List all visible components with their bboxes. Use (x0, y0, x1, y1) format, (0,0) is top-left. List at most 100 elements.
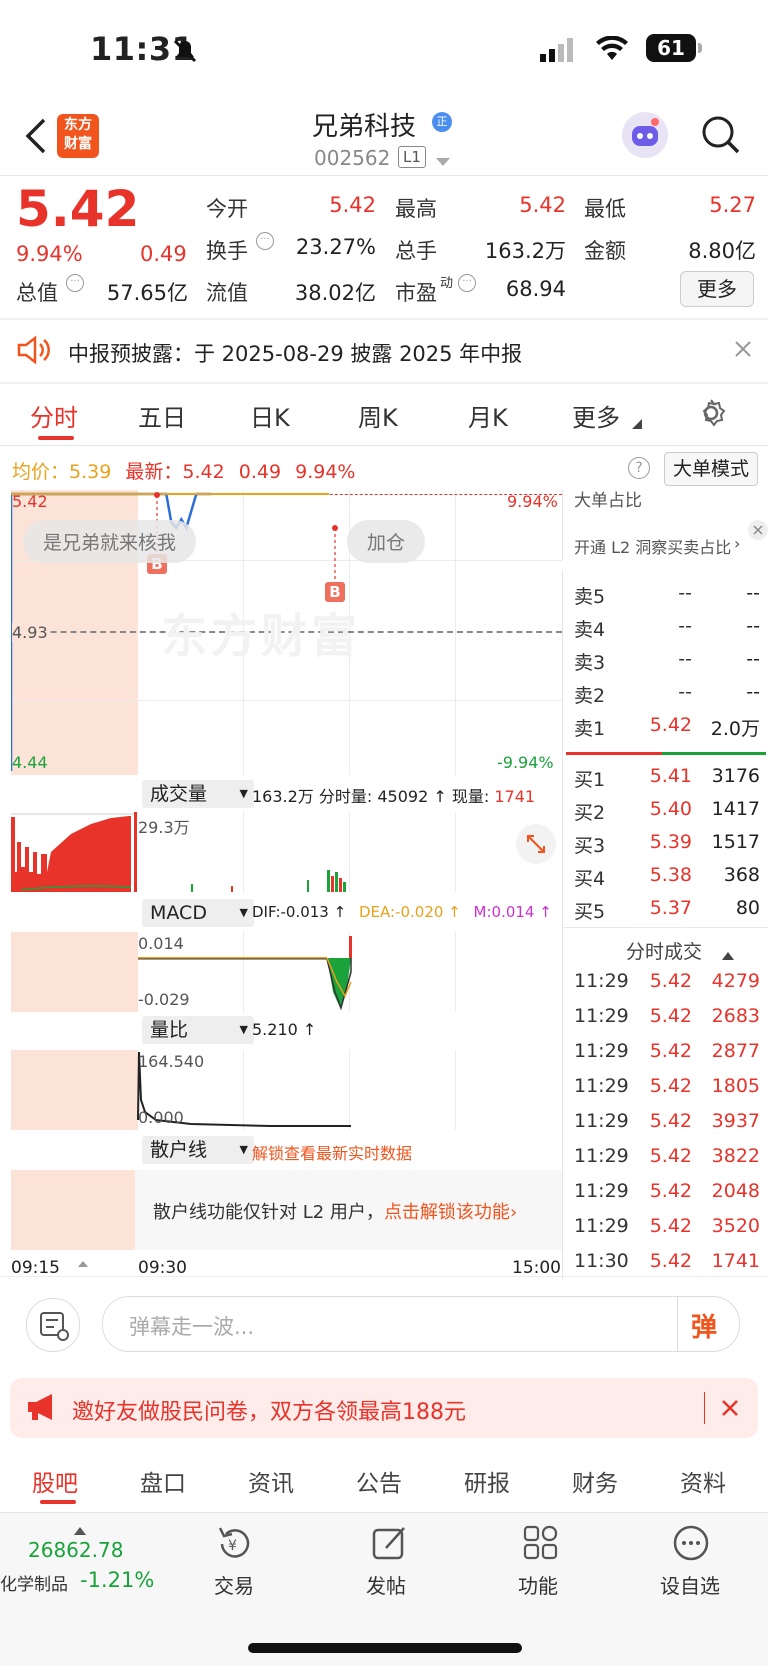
expand-icon[interactable] (516, 824, 556, 864)
caret-down-icon: ▼ (239, 787, 248, 800)
back-icon[interactable] (22, 116, 48, 160)
open-label: 今开 (206, 197, 248, 221)
tick-row: 11:30 5.42 1741 (574, 1250, 760, 1278)
app-logo: 东方 财富 (57, 114, 99, 158)
volume-selector[interactable]: 成交量 ▼ (142, 780, 254, 808)
watch-label[interactable]: 设自选 (660, 1570, 720, 1599)
tick-row-volume: 4279 (711, 970, 760, 992)
sell-row-volume: -- (746, 681, 760, 703)
wifi-icon (595, 35, 629, 66)
tick-row: 11:29 5.42 4279 (574, 970, 760, 998)
retail-selector[interactable]: 散户线 ▼ (142, 1136, 254, 1164)
price-chart[interactable]: 东方财富 B B 5.42 9.94% 4.93 4.44 -9.94% 是兄弟… (11, 490, 562, 775)
close-icon[interactable] (748, 520, 768, 540)
tick-row-label: 11:29 (574, 1145, 629, 1167)
info-icon[interactable]: ··· (66, 274, 84, 292)
divider (0, 175, 768, 176)
macd-dea: DEA:-0.020 ↑ (358, 903, 461, 921)
info-icon[interactable]: ··· (256, 232, 274, 250)
retail-unlock-hint[interactable]: 解锁查看最新实时数据 (252, 1140, 412, 1164)
buy-marker[interactable]: B (325, 582, 345, 602)
func-label[interactable]: 功能 (518, 1570, 558, 1599)
assistant-robot-icon[interactable] (622, 112, 668, 158)
ratio-axis-bottom: 0.000 (138, 1108, 184, 1127)
promo-banner[interactable]: 邀好友做股民问卷，双方各领最高188元 (10, 1378, 758, 1438)
tab-daily[interactable]: 日K (250, 398, 290, 433)
caret-up-icon (78, 1252, 88, 1271)
info-icon[interactable]: ··· (458, 274, 476, 292)
close-icon[interactable] (734, 340, 752, 362)
tab-news[interactable]: 资讯 (248, 1464, 294, 1498)
change-value: 0.49 (140, 242, 187, 266)
more-dots-icon[interactable] (672, 1524, 710, 1566)
macd-axis-bottom: -0.029 (138, 990, 190, 1009)
index-name[interactable]: 化学制品 (0, 1570, 68, 1595)
megaphone-icon (26, 1392, 60, 1426)
tab-5day[interactable]: 五日 (138, 398, 186, 433)
buy-row-label: 买2 (574, 802, 606, 824)
bigorder-mode-button[interactable]: 大单模式 (664, 452, 758, 486)
caret-down-icon[interactable] (436, 153, 450, 172)
sell-row-price: 5.42 (649, 714, 692, 736)
search-icon[interactable] (700, 114, 742, 160)
trade-icon[interactable]: ¥ (214, 1524, 256, 1566)
sell-row: 卖3 -- -- (574, 648, 760, 676)
macd-selector[interactable]: MACD ▼ (142, 899, 254, 927)
tick-row-volume: 1805 (711, 1075, 760, 1097)
macd-m: M:0.014 ↑ (473, 903, 552, 921)
avg-price: 5.39 (69, 461, 112, 483)
macd-axis-top: 0.014 (138, 934, 184, 953)
volume-axis-top: 29.3万 (138, 818, 190, 837)
divider (0, 382, 768, 384)
danmaku-chip[interactable]: 是兄弟就来核我 (23, 520, 197, 563)
level-badge[interactable]: L1 (398, 146, 426, 168)
ratio-axis-top: 164.540 (138, 1052, 205, 1071)
tab-orderbook[interactable]: 盘口 (140, 1464, 186, 1498)
settings-gear-icon[interactable] (696, 398, 726, 432)
retail-cta[interactable]: 点击解锁该功能 (384, 1202, 510, 1223)
buy-row-label: 买4 (574, 868, 606, 890)
volume-chart: 29.3万 (11, 812, 562, 892)
tab-weekly[interactable]: 周K (358, 398, 398, 433)
danmaku-input[interactable]: 弹幕走一波... 弹 (102, 1296, 740, 1352)
post-icon[interactable] (370, 1524, 410, 1566)
tab-announcements[interactable]: 公告 (356, 1464, 402, 1498)
danmaku-chip[interactable]: 加仓 (347, 520, 426, 563)
tab-research[interactable]: 研报 (464, 1464, 510, 1498)
caret-up-icon (74, 1520, 86, 1539)
sell-row-volume: 2.0万 (710, 718, 760, 740)
tab-timeshare[interactable]: 分时 (30, 398, 78, 433)
high-value: 5.42 (519, 193, 566, 217)
danmaku-settings-icon[interactable] (26, 1298, 80, 1352)
notice-text[interactable]: 中报预披露：于 2025-08-29 披露 2025 年中报 (68, 338, 522, 368)
tick-row-price: 5.42 (649, 1145, 692, 1167)
tick-row-volume: 1741 (711, 1250, 760, 1272)
trade-label[interactable]: 交易 (214, 1570, 254, 1599)
apps-icon[interactable] (522, 1524, 560, 1566)
close-icon[interactable] (720, 1398, 740, 1422)
tick-row-price: 5.42 (649, 1250, 692, 1272)
sell-row: 卖4 -- -- (574, 615, 760, 643)
tab-more[interactable]: 更多 (572, 398, 620, 433)
tab-forum[interactable]: 股吧 (32, 1464, 78, 1498)
macd-chart: 0.014 -0.029 (11, 932, 562, 1012)
help-icon[interactable]: ? (628, 457, 650, 479)
sell-row-label: 卖5 (574, 586, 606, 608)
more-button[interactable]: 更多 (680, 271, 754, 307)
sell-row-volume: -- (746, 615, 760, 637)
post-label[interactable]: 发帖 (366, 1570, 406, 1599)
buy-row: 买1 5.41 3176 (574, 765, 760, 793)
sell-row-label: 卖1 (574, 718, 606, 740)
danmaku-toggle-button[interactable]: 弹 (691, 1307, 717, 1344)
retail-msg: 散户线功能仅针对 L2 用户， (153, 1202, 384, 1223)
time-axis-open: 09:30 (138, 1258, 187, 1278)
ticks-title[interactable]: 分时成交 (626, 937, 702, 964)
ratio-selector[interactable]: 量比 ▼ (142, 1016, 254, 1044)
tab-finance[interactable]: 财务 (572, 1464, 618, 1498)
buy-row-volume: 3176 (711, 765, 760, 787)
l2-promo[interactable]: 开通 L2 洞察买卖占比 (574, 534, 731, 558)
tick-row-price: 5.42 (649, 1110, 692, 1132)
tab-profile[interactable]: 资料 (680, 1464, 726, 1498)
index-value[interactable]: 26862.78 (28, 1538, 123, 1562)
tab-monthly[interactable]: 月K (468, 398, 508, 433)
